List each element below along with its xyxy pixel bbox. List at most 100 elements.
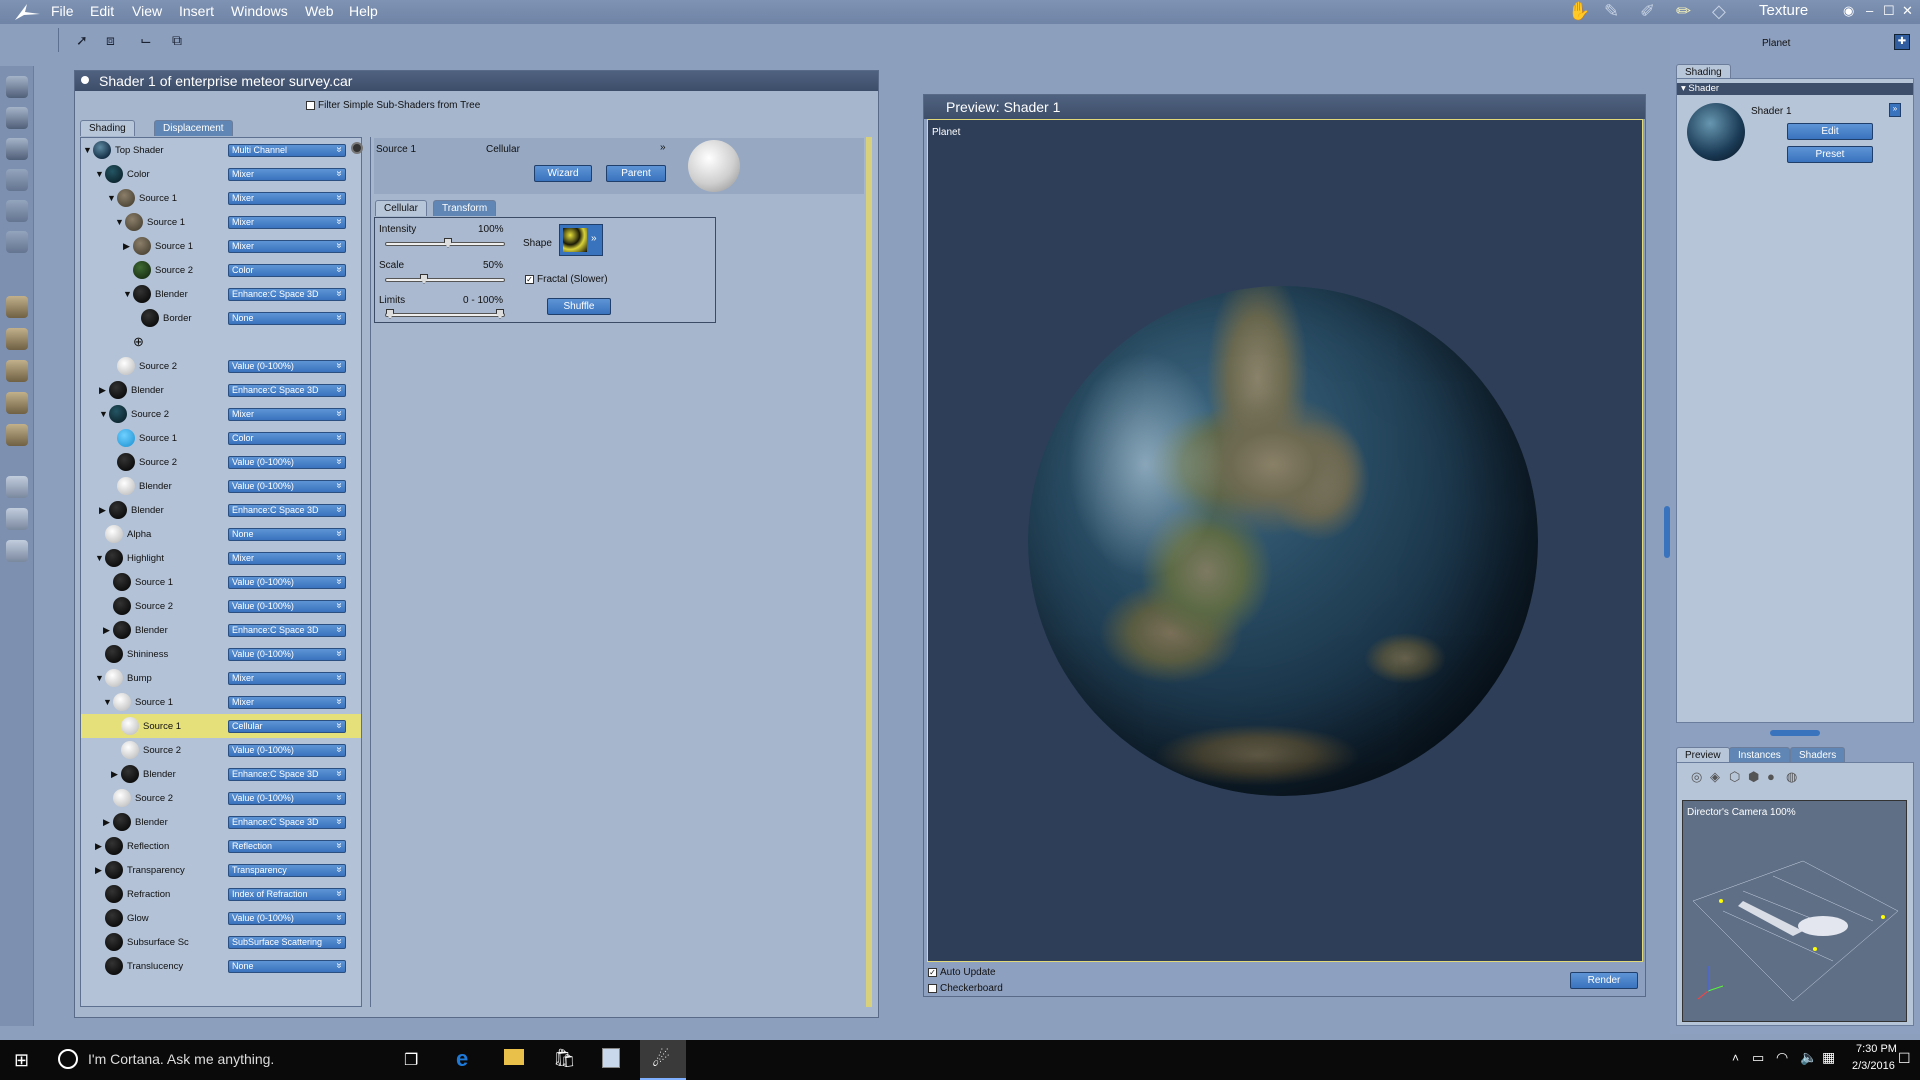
pin-icon[interactable]: ✚ [1894,34,1910,50]
move-tool-icon[interactable] [6,76,28,98]
move-xz-icon[interactable] [6,328,28,350]
parent-button[interactable]: Parent [606,165,666,182]
tab-instances[interactable]: Instances [1729,747,1790,763]
tree-row[interactable]: Source 2 Value (0-100%) [81,738,361,762]
wire-mode-icon[interactable]: ◎ [1691,769,1702,785]
node-type-dropdown[interactable]: Value (0-100%) [228,648,346,661]
node-type-dropdown[interactable]: None [228,312,346,325]
node-type-dropdown[interactable]: Mixer [228,240,346,253]
face-room-icon[interactable]: ✎ [1604,1,1619,22]
node-type-dropdown[interactable]: Enhance:C Space 3D [228,288,346,301]
render-button[interactable]: Render [1570,972,1638,989]
tree-row[interactable]: ▼ Top Shader Multi Channel [81,138,361,162]
clock-date[interactable]: 2/3/2016 [1852,1060,1895,1072]
panel-scrollbar[interactable] [866,137,872,1007]
expand-toggle-icon[interactable]: ▶ [95,841,102,852]
directors-camera-view[interactable]: Director's Camera 100% [1682,800,1907,1022]
smooth-shaded-icon[interactable]: ● [1767,769,1775,784]
tree-row[interactable]: Source 2 Color [81,258,361,282]
rotate-camera-icon[interactable] [6,392,28,414]
tree-row[interactable]: Alpha None [81,522,361,546]
menu-file[interactable]: File [51,3,74,19]
clock-time[interactable]: 7:30 PM [1856,1043,1897,1055]
expand-toggle-icon[interactable]: ▶ [103,817,110,828]
tree-row[interactable]: ▶ Transparency Transparency [81,858,361,882]
node-type-dropdown[interactable]: Enhance:C Space 3D [228,768,346,781]
auto-update-checkbox[interactable]: ✓ [928,967,937,977]
filter-checkbox[interactable] [306,100,315,110]
camera-icon[interactable] [6,476,28,498]
node-type-dropdown[interactable]: Enhance:C Space 3D [228,504,346,517]
tree-row[interactable]: ▶ Reflection Reflection [81,834,361,858]
node-type-dropdown[interactable]: Value (0-100%) [228,912,346,925]
rotate-tool-icon[interactable] [6,107,28,129]
intensity-knob[interactable] [444,238,452,248]
menu-insert[interactable]: Insert [179,3,214,19]
tree-row[interactable]: Source 2 Value (0-100%) [81,594,361,618]
expand-toggle-icon[interactable]: ▼ [99,409,108,419]
add-input-icon[interactable]: ⊕ [133,334,144,350]
tree-row[interactable]: ⊕ [81,330,361,354]
expand-toggle-icon[interactable]: ▼ [103,697,112,707]
shader-section-header[interactable]: ▾ Shader [1677,83,1913,95]
expand-toggle-icon[interactable]: ▼ [95,673,104,683]
node-type-dropdown[interactable]: Enhance:C Space 3D [228,384,346,397]
limits-slider[interactable] [385,309,505,319]
eye-icon[interactable]: ◉ [1843,3,1854,19]
expand-toggle-icon[interactable]: ▶ [95,865,102,876]
tree-row[interactable]: Source 2 Value (0-100%) [81,786,361,810]
node-type-dropdown[interactable]: Mixer [228,552,346,565]
expand-toggle-icon[interactable]: ▼ [107,193,116,203]
expand-toggle-icon[interactable]: ▼ [83,145,92,155]
tree-row[interactable]: ▶ Blender Enhance:C Space 3D [81,618,361,642]
tab-cellular[interactable]: Cellular [375,200,427,216]
node-type-dropdown[interactable]: Mixer [228,672,346,685]
tab-shading[interactable]: Shading [80,120,135,136]
material-room-icon[interactable]: ✏ [1676,1,1691,22]
tree-row[interactable]: Shininess Value (0-100%) [81,642,361,666]
cloth-room-icon[interactable]: ◇ [1712,1,1726,22]
node-type-dropdown[interactable]: Mixer [228,168,346,181]
panel-splitter[interactable] [1770,730,1820,736]
limits-max-knob[interactable] [496,309,504,319]
cortana-icon[interactable] [58,1049,78,1069]
node-type-dropdown[interactable]: Color [228,264,346,277]
tree-row[interactable]: Source 2 Value (0-100%) [81,450,361,474]
node-type-dropdown[interactable]: Value (0-100%) [228,360,346,373]
node-type-dropdown[interactable]: Index of Refraction [228,888,346,901]
scale-tool-icon[interactable] [6,169,28,191]
flyaround-icon[interactable] [6,424,28,446]
node-type-dropdown[interactable]: Value (0-100%) [228,456,346,469]
expand-toggle-icon[interactable]: ▼ [95,553,104,563]
tree-row[interactable]: Blender Value (0-100%) [81,474,361,498]
node-type-dropdown[interactable]: Mixer [228,192,346,205]
select-arrow-icon[interactable]: ➚ [76,32,94,48]
store-icon[interactable]: 🛍 [553,1048,576,1069]
node-type-dropdown[interactable]: Multi Channel [228,144,346,157]
node-type-dropdown[interactable]: SubSurface Scattering [228,936,346,949]
node-type-dropdown[interactable]: Color [228,432,346,445]
flat-shaded-icon[interactable]: ⬢ [1748,769,1759,785]
chain-tool-icon[interactable] [6,231,28,253]
tree-row[interactable]: Source 2 Value (0-100%) [81,354,361,378]
tab-displacement[interactable]: Displacement [154,120,233,136]
expand-toggle-icon[interactable]: ▼ [123,289,132,299]
tree-row[interactable]: ▶ Blender Enhance:C Space 3D [81,810,361,834]
frame-select-icon[interactable]: ⧉ [172,32,190,48]
shuffle-button[interactable]: Shuffle [547,298,611,315]
file-explorer-icon[interactable] [504,1049,524,1065]
textured-icon[interactable]: ◍ [1786,769,1797,785]
expand-toggle-icon[interactable]: ▶ [111,769,118,780]
tree-row[interactable]: ▼ Blender Enhance:C Space 3D [81,282,361,306]
tree-row[interactable]: ▶ Blender Enhance:C Space 3D [81,762,361,786]
tab-preview[interactable]: Preview [1676,747,1730,763]
node-type-dropdown[interactable]: None [228,960,346,973]
tree-row[interactable]: ▶ Blender Enhance:C Space 3D [81,498,361,522]
tree-row[interactable]: ▼ Source 1 Mixer [81,690,361,714]
menu-help[interactable]: Help [349,3,378,19]
show-hidden-icons[interactable]: ˄ [1732,1051,1739,1065]
menu-edit[interactable]: Edit [90,3,114,19]
wifi-icon[interactable]: ◠ [1776,1049,1788,1066]
scale-slider[interactable] [385,274,505,284]
node-type-dropdown[interactable]: Value (0-100%) [228,576,346,589]
